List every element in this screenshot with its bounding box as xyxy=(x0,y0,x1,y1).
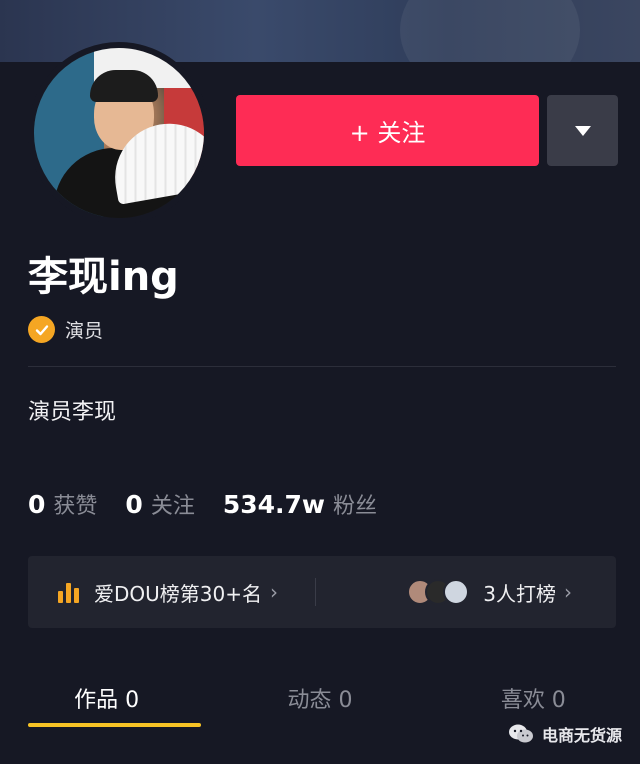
verified-check-icon xyxy=(28,316,55,343)
stat-label: 粉丝 xyxy=(333,494,378,519)
verification-label: 演员 xyxy=(65,320,104,342)
stat-followers[interactable]: 534.7w 粉丝 xyxy=(223,488,377,520)
verification-row: 演员 xyxy=(28,316,103,343)
profile-name: 李现ing xyxy=(28,254,179,300)
triangle-down-icon xyxy=(574,125,591,136)
bar-chart-icon xyxy=(58,581,82,603)
follow-button[interactable]: + 关注 xyxy=(236,95,539,166)
watermark: 电商无货源 xyxy=(508,722,622,746)
tab-works[interactable]: 作品 0 xyxy=(0,670,213,726)
stat-label: 关注 xyxy=(150,494,195,519)
stat-number: 0 xyxy=(125,490,143,519)
stat-label: 获赞 xyxy=(53,494,98,519)
active-tab-indicator xyxy=(28,723,201,727)
profile-stats: 0 获赞 0 关注 534.7w 粉丝 xyxy=(28,488,405,520)
tab-activity[interactable]: 动态 0 xyxy=(213,670,426,726)
chevron-right-icon: › xyxy=(270,580,278,604)
supporter-avatars xyxy=(407,579,470,605)
stat-number: 534.7w xyxy=(222,490,326,519)
avatar[interactable] xyxy=(28,42,210,224)
ranking-bar: 爱DOU榜第30+名 › 3人打榜 › xyxy=(28,556,616,628)
supporters-text: 3人打榜 xyxy=(483,581,556,606)
supporters-link[interactable]: 3人打榜 › xyxy=(316,578,617,607)
more-options-button[interactable] xyxy=(547,95,618,166)
avatar xyxy=(443,579,470,605)
watermark-text: 电商无货源 xyxy=(542,726,623,745)
divider xyxy=(28,366,616,367)
stat-following[interactable]: 0 关注 xyxy=(125,488,194,520)
profile-bio: 演员李现 xyxy=(28,400,117,425)
wechat-icon xyxy=(509,724,533,743)
dou-rank-text: 爱DOU榜第30+名 xyxy=(94,581,262,606)
stat-likes[interactable]: 0 获赞 xyxy=(28,488,97,520)
stat-number: 0 xyxy=(28,490,46,519)
avatar-figure xyxy=(90,70,158,102)
tab-likes[interactable]: 喜欢 0 xyxy=(427,670,640,726)
dou-rank-link[interactable]: 爱DOU榜第30+名 › xyxy=(28,578,315,607)
profile-tabs: 作品 0 动态 0 喜欢 0 xyxy=(0,670,640,726)
chevron-right-icon: › xyxy=(564,580,572,604)
